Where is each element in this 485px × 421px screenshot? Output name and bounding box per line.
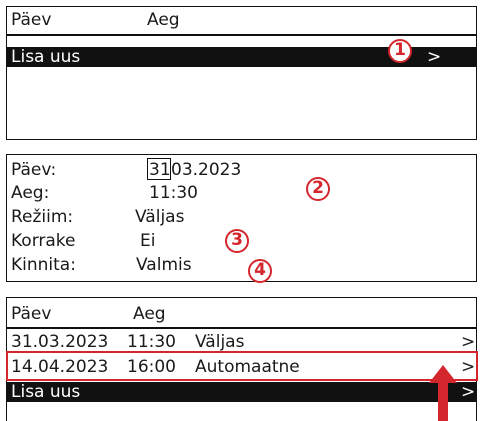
- confirm-value[interactable]: Valmis: [136, 255, 192, 275]
- field-label-time: Aeg:: [11, 183, 50, 203]
- row-date: 31.03.2023: [11, 332, 109, 352]
- header-day: Päev: [11, 10, 52, 30]
- field-label-repeat: Korrake: [11, 231, 76, 251]
- row-time: 11:30: [127, 332, 176, 352]
- edit-entry-panel: Päev: 31 03.2023 Aeg: 11:30 Režiim: Välj…: [6, 154, 477, 282]
- header-divider: [7, 34, 476, 36]
- callout-2: 2: [306, 177, 330, 201]
- add-new-item[interactable]: Lisa uus >: [7, 382, 476, 402]
- new-entry-highlight: [6, 351, 478, 381]
- arrow-up-icon: [429, 365, 457, 421]
- chevron-right-icon: >: [427, 47, 442, 67]
- time-value[interactable]: 11:30: [149, 183, 198, 203]
- repeat-value[interactable]: Ei: [140, 231, 155, 251]
- schedule-list-panel-empty: Päev Aeg Lisa uus >: [6, 6, 477, 140]
- callout-1: 1: [388, 39, 412, 63]
- header-time: Aeg: [133, 304, 166, 324]
- mode-value[interactable]: Väljas: [135, 207, 184, 227]
- field-label-mode: Režiim:: [11, 207, 74, 227]
- day-value-rest: 03.2023: [171, 160, 242, 180]
- callout-3: 3: [225, 229, 249, 253]
- day-value-cursor[interactable]: 31: [149, 160, 171, 180]
- header-divider: [7, 327, 476, 329]
- add-new-label: Lisa uus: [11, 382, 81, 402]
- field-label-confirm: Kinnita:: [11, 255, 76, 275]
- add-new-label: Lisa uus: [11, 47, 81, 67]
- row-mode: Väljas: [195, 332, 245, 352]
- callout-4: 4: [248, 259, 272, 283]
- chevron-right-icon: >: [461, 382, 476, 402]
- field-label-day: Päev:: [11, 160, 57, 180]
- chevron-right-icon: >: [461, 332, 476, 352]
- schedule-row[interactable]: 31.03.2023 11:30 Väljas >: [7, 332, 476, 352]
- header-time: Aeg: [147, 10, 180, 30]
- header-day: Päev: [11, 304, 52, 324]
